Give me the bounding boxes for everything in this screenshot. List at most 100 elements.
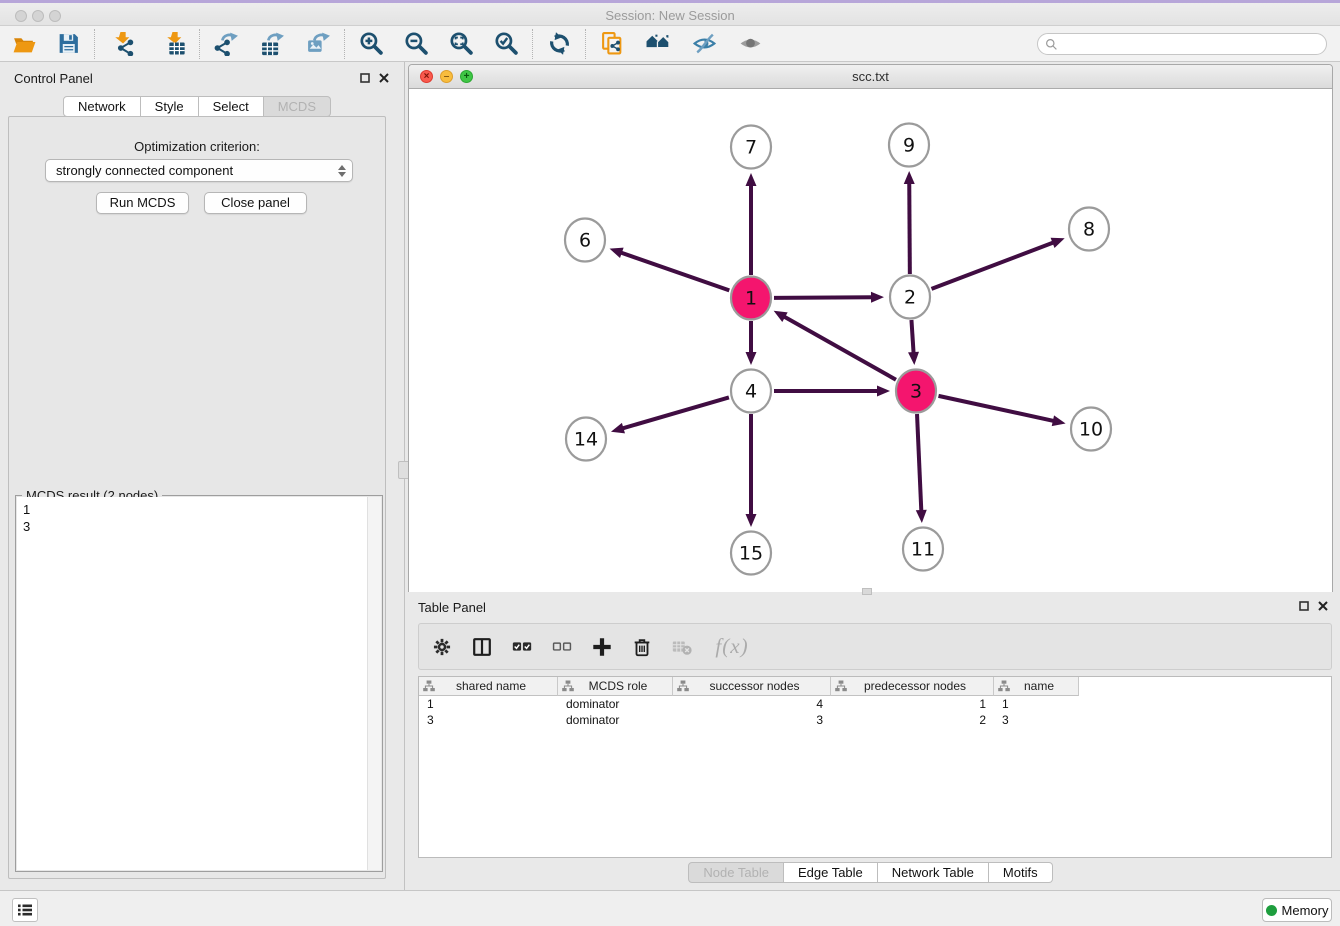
- edge-1-2[interactable]: [774, 297, 873, 298]
- task-history-button[interactable]: [12, 898, 38, 922]
- export-network-icon[interactable]: [213, 31, 239, 57]
- graph-node-9[interactable]: 9: [889, 124, 929, 167]
- memory-label: Memory: [1282, 903, 1329, 918]
- cell-predecessor-nodes[interactable]: 2: [831, 712, 994, 728]
- tab-mcds[interactable]: MCDS: [264, 96, 331, 117]
- function-builder-icon[interactable]: f(x): [709, 634, 755, 660]
- edge-1-6[interactable]: [620, 252, 729, 290]
- deselect-all-rows-icon[interactable]: [549, 634, 575, 660]
- import-table-icon[interactable]: [160, 31, 186, 57]
- table-tab-network-table[interactable]: Network Table: [878, 862, 989, 883]
- graph-node-8[interactable]: 8: [1069, 208, 1109, 251]
- network-home-icon[interactable]: [645, 31, 671, 57]
- edge-arrow-icon: [746, 514, 757, 527]
- edge-3-10[interactable]: [938, 396, 1054, 421]
- zoom-fit-icon[interactable]: [448, 31, 474, 57]
- split-column-icon[interactable]: [469, 634, 495, 660]
- show-hide-graphics-icon[interactable]: [737, 31, 763, 57]
- cell-name[interactable]: 1: [994, 696, 1079, 712]
- open-session-icon[interactable]: [11, 31, 37, 57]
- svg-text:1: 1: [745, 288, 757, 310]
- search-input[interactable]: [1058, 37, 1326, 51]
- edge-4-14[interactable]: [622, 397, 729, 428]
- search-box[interactable]: [1037, 33, 1327, 55]
- graph-node-7[interactable]: 7: [731, 126, 771, 169]
- horizontal-splitter-handle[interactable]: [862, 588, 872, 595]
- table-row[interactable]: 1dominator411: [419, 696, 1331, 712]
- add-column-icon[interactable]: [589, 634, 615, 660]
- edge-2-3[interactable]: [911, 320, 913, 354]
- table-tab-edge-table[interactable]: Edge Table: [784, 862, 878, 883]
- close-panel-button[interactable]: Close panel: [204, 192, 307, 214]
- criterion-dropdown[interactable]: strongly connected component: [45, 159, 353, 182]
- run-mcds-button[interactable]: Run MCDS: [96, 192, 189, 214]
- column-header-shared-name[interactable]: shared name: [419, 677, 558, 696]
- svg-text:3: 3: [910, 381, 922, 403]
- cell-successor-nodes[interactable]: 3: [673, 712, 831, 728]
- graph-node-10[interactable]: 10: [1071, 408, 1111, 451]
- graph-node-3[interactable]: 3: [896, 370, 936, 413]
- delete-table-icon[interactable]: [669, 634, 695, 660]
- clone-network-icon[interactable]: [599, 31, 625, 57]
- delete-column-icon[interactable]: [629, 634, 655, 660]
- graph-node-6[interactable]: 6: [565, 219, 605, 262]
- refresh-layout-icon[interactable]: [546, 31, 572, 57]
- cell-MCDS-role[interactable]: dominator: [558, 712, 673, 728]
- table-float-icon[interactable]: [1299, 601, 1309, 611]
- criterion-value: strongly connected component: [56, 163, 338, 178]
- result-scrollbar[interactable]: [367, 497, 381, 870]
- edge-2-9[interactable]: [909, 182, 910, 274]
- column-header-successor-nodes[interactable]: successor nodes: [673, 677, 831, 696]
- svg-text:10: 10: [1079, 419, 1103, 441]
- cell-name[interactable]: 3: [994, 712, 1079, 728]
- table-row[interactable]: 3dominator323: [419, 712, 1331, 728]
- column-header-name[interactable]: name: [994, 677, 1079, 696]
- cell-MCDS-role[interactable]: dominator: [558, 696, 673, 712]
- table-tab-motifs[interactable]: Motifs: [989, 862, 1053, 883]
- zoom-out-icon[interactable]: [403, 31, 429, 57]
- memory-button[interactable]: Memory: [1262, 898, 1332, 922]
- svg-text:2: 2: [904, 287, 916, 309]
- graph-node-4[interactable]: 4: [731, 370, 771, 413]
- export-table-icon[interactable]: [259, 31, 285, 57]
- graph-node-15[interactable]: 15: [731, 532, 771, 575]
- edge-3-1[interactable]: [783, 316, 896, 380]
- edge-2-8[interactable]: [932, 242, 1055, 289]
- float-panel-icon[interactable]: [360, 73, 370, 83]
- graph-node-1[interactable]: 1: [731, 277, 771, 320]
- network-canvas[interactable]: 1 2 3 4 6 7 8 9 10 11 14 15: [409, 89, 1332, 592]
- zoom-selected-icon[interactable]: [493, 31, 519, 57]
- tab-select[interactable]: Select: [199, 96, 264, 117]
- table-close-icon[interactable]: [1318, 601, 1328, 611]
- table-settings-icon[interactable]: [429, 634, 455, 660]
- edge-arrow-icon: [904, 171, 915, 184]
- table-header-row: shared nameMCDS rolesuccessor nodesprede…: [419, 677, 1331, 696]
- graph-node-2[interactable]: 2: [890, 276, 930, 319]
- close-panel-icon[interactable]: [379, 73, 389, 83]
- column-header-predecessor-nodes[interactable]: predecessor nodes: [831, 677, 994, 696]
- tab-style[interactable]: Style: [141, 96, 199, 117]
- zoom-in-icon[interactable]: [358, 31, 384, 57]
- edge-arrow-icon: [611, 423, 625, 434]
- svg-text:4: 4: [745, 381, 757, 403]
- cell-predecessor-nodes[interactable]: 1: [831, 696, 994, 712]
- select-all-rows-icon[interactable]: [509, 634, 535, 660]
- status-bar: Memory: [0, 890, 1340, 926]
- save-session-icon[interactable]: [55, 31, 81, 57]
- column-header-MCDS-role[interactable]: MCDS role: [558, 677, 673, 696]
- graph-node-11[interactable]: 11: [903, 528, 943, 571]
- cell-successor-nodes[interactable]: 4: [673, 696, 831, 712]
- table-tab-node-table[interactable]: Node Table: [688, 862, 784, 883]
- edge-3-11[interactable]: [917, 414, 921, 512]
- cell-shared-name[interactable]: 3: [419, 712, 558, 728]
- style-preview-icon[interactable]: [691, 31, 717, 57]
- cell-shared-name[interactable]: 1: [419, 696, 558, 712]
- graph-node-14[interactable]: 14: [566, 418, 606, 461]
- tab-network[interactable]: Network: [63, 96, 141, 117]
- network-window-titlebar[interactable]: × – + scc.txt: [409, 65, 1332, 89]
- mcds-result-list[interactable]: 1 3: [17, 497, 381, 870]
- import-network-icon[interactable]: [108, 31, 134, 57]
- mcds-panel: Optimization criterion: strongly connect…: [8, 116, 386, 879]
- export-image-icon[interactable]: [305, 31, 331, 57]
- toolbar-separator: [199, 29, 200, 59]
